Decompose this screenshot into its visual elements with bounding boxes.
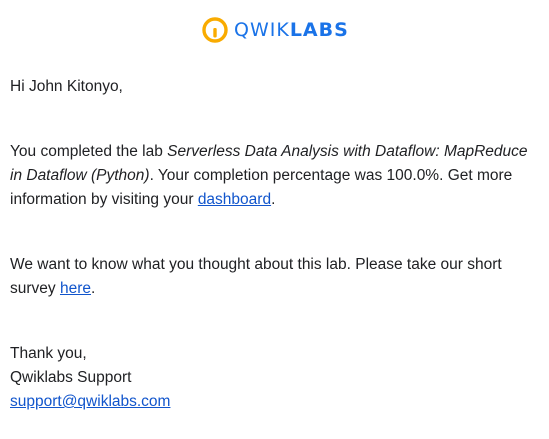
email-body: Hi John Kitonyo, You completed the lab S… xyxy=(10,75,535,414)
completion-prefix: You completed the lab xyxy=(10,143,168,160)
greeting: Hi John Kitonyo, xyxy=(10,78,123,95)
logo-wordmark: QWIKLABS xyxy=(234,16,349,44)
signoff-thanks: Thank you, xyxy=(10,345,87,362)
signoff-team: Qwiklabs Support xyxy=(10,369,132,386)
support-email-link[interactable]: support@qwiklabs.com xyxy=(10,390,170,414)
qwiklabs-logo-icon xyxy=(202,17,228,43)
logo-word-labs: LABS xyxy=(289,19,349,41)
qwiklabs-logo: QWIKLABS xyxy=(202,16,349,44)
logo-word-qwik: QWIK xyxy=(234,19,290,41)
dashboard-link[interactable]: dashboard xyxy=(198,191,271,208)
completion-suffix: . xyxy=(271,191,276,208)
survey-link[interactable]: here xyxy=(60,280,91,297)
signoff: Thank you, Qwiklabs Support support@qwik… xyxy=(10,342,535,414)
email-header: QWIKLABS xyxy=(0,14,549,46)
survey-suffix: . xyxy=(91,280,96,297)
completion-paragraph: You completed the lab Serverless Data An… xyxy=(10,140,535,212)
survey-paragraph: We want to know what you thought about t… xyxy=(10,253,535,301)
